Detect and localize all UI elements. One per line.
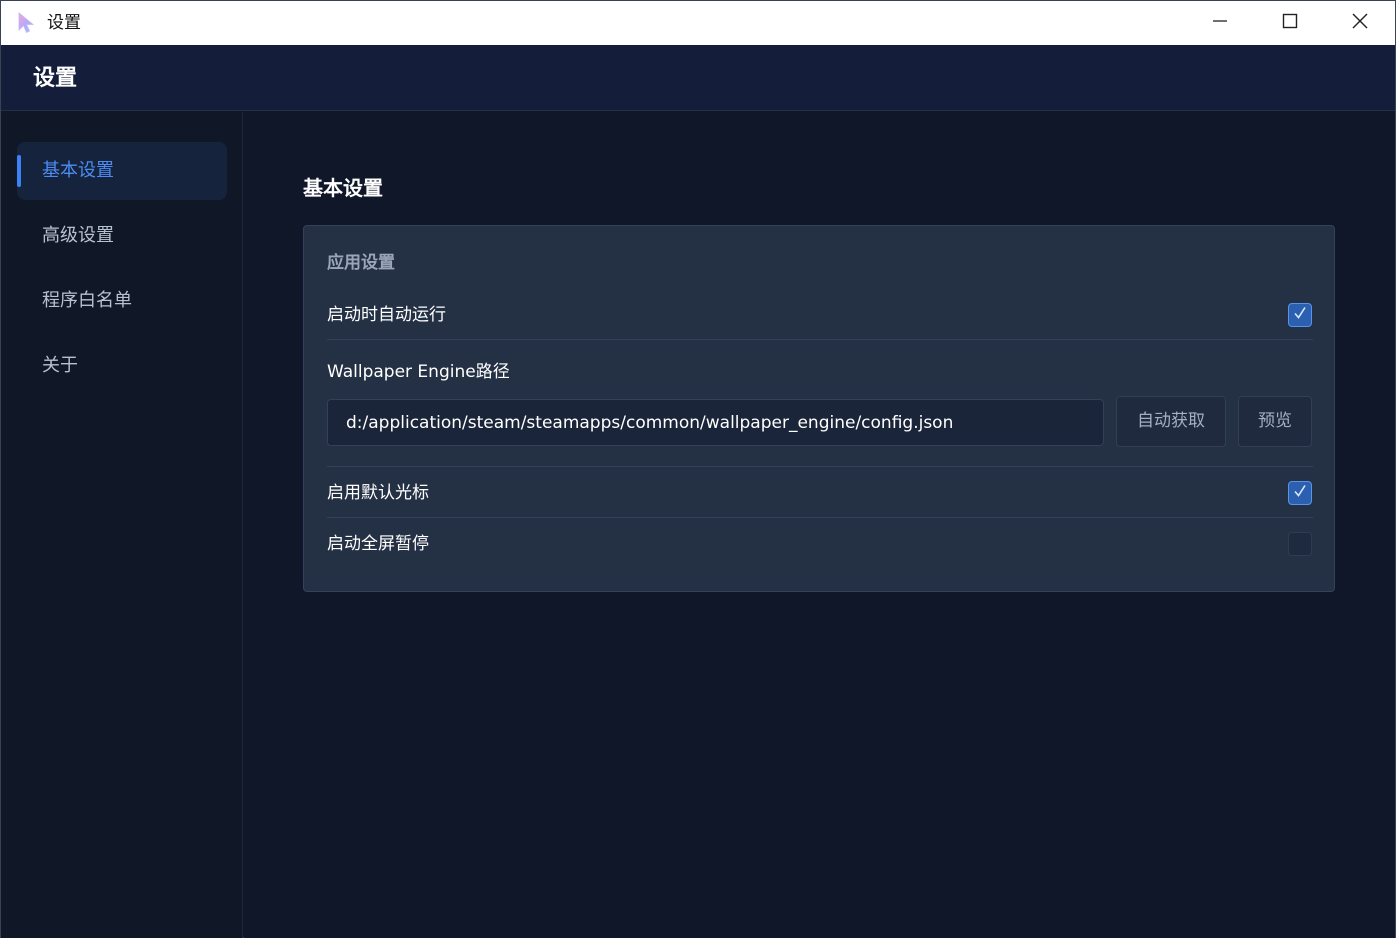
- settings-card: 应用设置 启动时自动运行 Wallpaper Engine路径 自动获取 预览 …: [303, 225, 1335, 592]
- settings-header: 设置: [1, 45, 1395, 111]
- close-button[interactable]: [1325, 1, 1395, 45]
- sidebar-item-advanced[interactable]: 高级设置: [17, 207, 227, 265]
- page-title: 设置: [33, 66, 78, 91]
- divider: [327, 339, 1313, 340]
- title-bar[interactable]: 设置: [1, 1, 1395, 45]
- settings-window: 设置 设置 基本设置 高级设置 程序白名单 关于 基本设置 应用设置 启动时自动…: [0, 0, 1396, 938]
- sidebar-item-basic[interactable]: 基本设置: [17, 142, 227, 200]
- divider: [327, 517, 1313, 518]
- minimize-icon: [1212, 13, 1228, 33]
- fullscreen-pause-checkbox[interactable]: [1288, 532, 1312, 556]
- checkmark-icon: [1292, 305, 1308, 325]
- autostart-checkbox[interactable]: [1288, 303, 1312, 327]
- auto-detect-button[interactable]: 自动获取: [1116, 396, 1226, 447]
- wallpaper-path-input[interactable]: [327, 399, 1104, 446]
- maximize-icon: [1282, 13, 1298, 33]
- sidebar: 基本设置 高级设置 程序白名单 关于: [1, 112, 243, 938]
- group-title: 应用设置: [327, 253, 395, 273]
- sidebar-item-whitelist[interactable]: 程序白名单: [17, 272, 227, 330]
- divider: [327, 466, 1313, 467]
- maximize-button[interactable]: [1255, 1, 1325, 45]
- default-cursor-label: 启用默认光标: [327, 483, 429, 503]
- fullscreen-pause-label: 启动全屏暂停: [327, 534, 429, 554]
- default-cursor-checkbox[interactable]: [1288, 481, 1312, 505]
- sidebar-item-about[interactable]: 关于: [17, 337, 227, 395]
- main-content: 基本设置 应用设置 启动时自动运行 Wallpaper Engine路径 自动获…: [244, 112, 1395, 938]
- autostart-label: 启动时自动运行: [327, 305, 446, 325]
- minimize-button[interactable]: [1185, 1, 1255, 45]
- preview-button[interactable]: 预览: [1238, 396, 1312, 447]
- section-title: 基本设置: [303, 176, 383, 200]
- checkmark-icon: [1292, 483, 1308, 503]
- wallpaper-path-label: Wallpaper Engine路径: [327, 362, 510, 382]
- window-title: 设置: [47, 13, 81, 33]
- cursor-app-icon: [17, 12, 37, 34]
- close-icon: [1352, 13, 1368, 33]
